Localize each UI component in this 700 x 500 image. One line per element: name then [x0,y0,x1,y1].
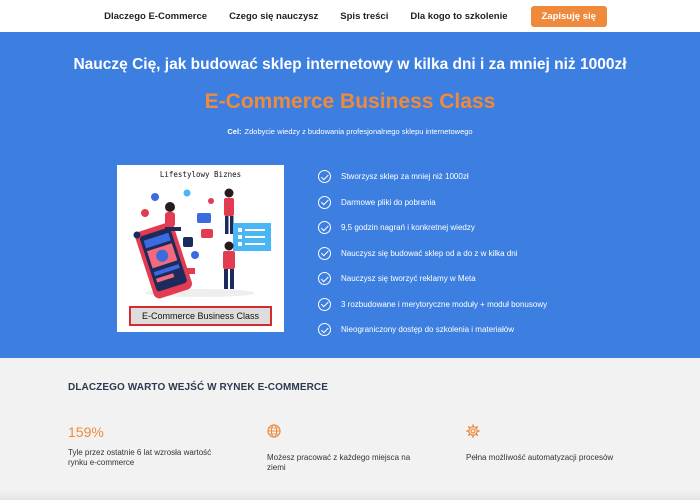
course-illustration: Lifestylowy Biznes E-Commerce Business C… [117,165,284,332]
feature-item: Stworzysz sklep za mniej niż 1000zł [318,164,618,190]
feature-item: Nauczysz się tworzyć reklamy w Meta [318,266,618,292]
check-circle-icon [318,323,331,337]
why-item-text: Pełna możliwość automatyzacji procesów [466,453,614,462]
why-item-text: Tyle przez ostatnie 6 lat wzrosła wartoś… [68,448,212,467]
hero-goal: Cel: Zdobycie wiedzy z budowania profesjo… [0,127,700,136]
feature-text: Darmowe pliki do pobrania [341,197,436,207]
check-circle-icon [318,297,331,311]
check-circle-icon [318,272,331,286]
nav-link-what-you-learn[interactable]: Czego się nauczysz [229,11,318,22]
illustration-caption-box: E-Commerce Business Class [129,306,272,326]
check-circle-icon [318,221,331,235]
why-item-automation: Pełna możliwość automatyzacji procesów [466,424,616,463]
goal-text: Zdobycie wiedzy z budowania profesjonaln… [244,127,473,136]
feature-text: Nauczysz się tworzyć reklamy w Meta [341,274,476,284]
nav-link-who-is-it-for[interactable]: Dla kogo to szkolenie [410,11,507,22]
feature-item: Nauczysz się budować sklep od a do z w k… [318,241,618,267]
hero-title: Nauczę Cię, jak budować sklep internetow… [73,56,627,73]
feature-text: 9,5 godzin nagrań i konkretnej wiedzy [341,223,475,233]
feature-list: Stworzysz sklep za mniej niż 1000zł Darm… [318,164,618,343]
why-item-growth: 159% Tyle przez ostatnie 6 lat wzrosła w… [68,424,218,468]
illustration-caption-top: Lifestylowy Biznes [159,170,242,179]
why-item-text: Możesz pracować z każdego miejsca na zie… [267,453,411,472]
ecommerce-illustration [133,188,271,299]
check-circle-icon [318,246,331,260]
hero-section: Nauczę Cię, jak budować sklep internetow… [0,32,700,358]
check-circle-icon [318,170,331,184]
feature-text: 3 rozbudowane i merytoryczne moduły + mo… [341,299,548,309]
top-nav: Dlaczego E-Commerce Czego się nauczysz S… [0,0,700,32]
why-item-remote: Możesz pracować z każdego miejsca na zie… [267,424,417,473]
section-title: DLACZEGO WARTO WEJŚĆ W RYNEK E-COMMERCE [68,382,329,393]
gear-icon [466,424,480,438]
feature-item: 9,5 godzin nagrań i konkretnej wiedzy [318,215,618,241]
growth-stat: 159% [68,424,104,440]
product-title: E-Commerce Business Class [204,90,496,113]
feature-text: Nieograniczony dostęp do szkolenia i mat… [341,325,514,335]
nav-link-why-ecommerce[interactable]: Dlaczego E-Commerce [104,11,207,22]
goal-label: Cel: [227,127,242,136]
nav-link-table-of-contents[interactable]: Spis treści [340,11,388,22]
feature-item: Darmowe pliki do pobrania [318,190,618,216]
feature-item: Nieograniczony dostęp do szkolenia i mat… [318,317,618,343]
globe-icon [267,424,281,438]
feature-item: 3 rozbudowane i merytoryczne moduły + mo… [318,292,618,318]
check-circle-icon [318,195,331,209]
signup-button[interactable]: Zapisuję się [530,5,607,27]
section-divider [0,490,700,500]
feature-text: Stworzysz sklep za mniej niż 1000zł [341,172,469,182]
feature-text: Nauczysz się budować sklep od a do z w k… [341,248,518,258]
why-ecommerce-section: DLACZEGO WARTO WEJŚĆ W RYNEK E-COMMERCE … [0,358,700,500]
